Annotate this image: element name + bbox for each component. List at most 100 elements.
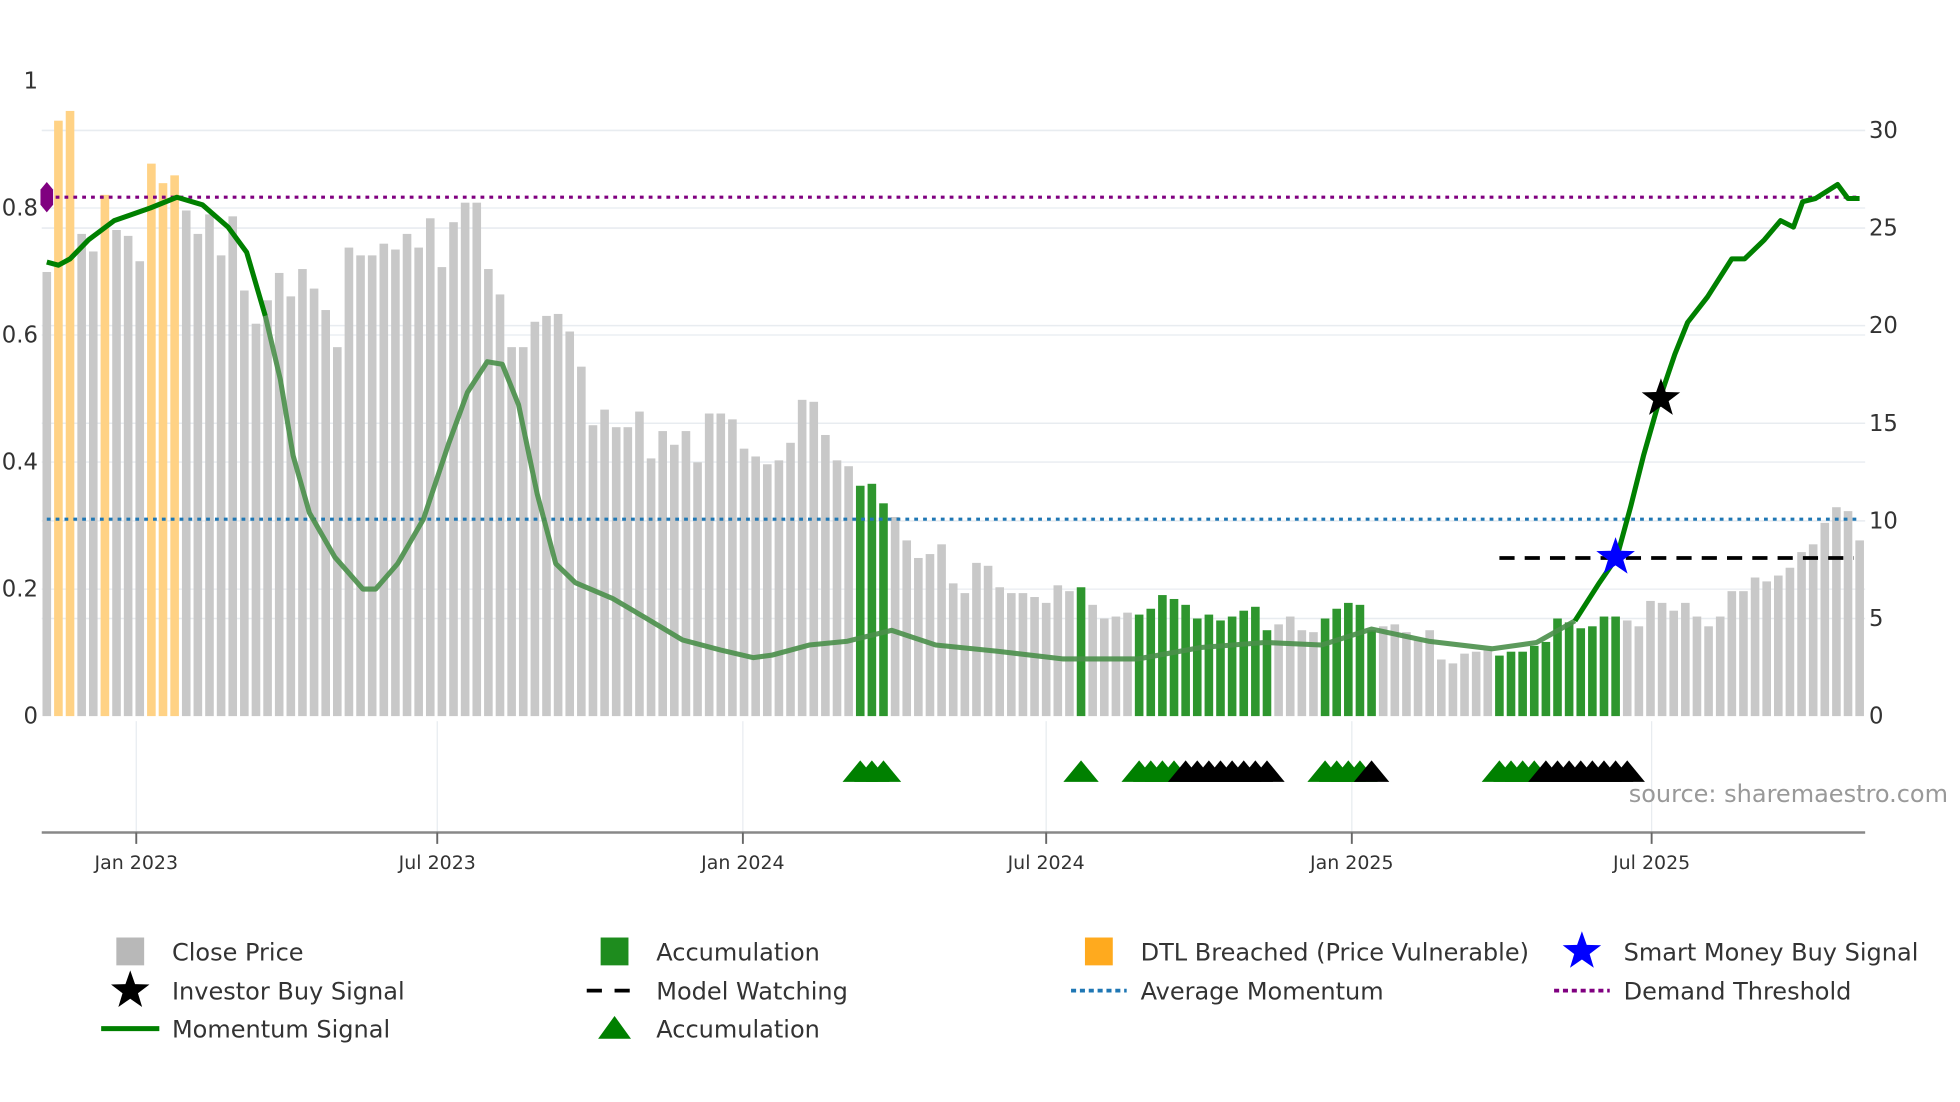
close-price-bar bbox=[414, 247, 423, 717]
close-price-bars bbox=[42, 110, 1864, 717]
close-price-bar bbox=[553, 313, 563, 717]
investor-buy-star-marker bbox=[1641, 378, 1681, 415]
right-tick-label: 10 bbox=[1869, 508, 1898, 534]
close-price-bar bbox=[1843, 511, 1853, 717]
close-price-bar bbox=[367, 255, 377, 717]
right-tick-label: 5 bbox=[1869, 606, 1883, 632]
close-price-bar bbox=[425, 218, 435, 717]
accumulation-bar bbox=[1495, 655, 1504, 717]
accumulation-bar bbox=[1367, 630, 1376, 717]
accumulation-bar bbox=[1251, 606, 1260, 717]
close-price-bar bbox=[600, 409, 609, 717]
close-price-bar bbox=[716, 413, 726, 717]
close-price-bar bbox=[460, 202, 470, 717]
legend-label: Average Momentum bbox=[1141, 978, 1384, 1006]
close-price-bar bbox=[1774, 575, 1783, 717]
close-price-bar bbox=[391, 249, 400, 717]
x-tick-label: Jan 2023 bbox=[94, 852, 179, 874]
close-price-bar bbox=[1390, 624, 1400, 717]
close-price-bar bbox=[797, 399, 807, 717]
close-price-bar bbox=[1285, 616, 1295, 717]
close-price-bar bbox=[960, 593, 970, 717]
triangle-icon bbox=[598, 1015, 631, 1039]
close-price-bar bbox=[832, 460, 842, 717]
accumulation-bar bbox=[1564, 622, 1574, 717]
close-price-bar bbox=[1785, 567, 1795, 717]
close-price-bar bbox=[925, 554, 935, 717]
legend-label: Accumulation bbox=[656, 938, 820, 966]
accumulation-triangle-marker bbox=[1063, 760, 1099, 782]
close-price-bar bbox=[1762, 581, 1771, 717]
accumulation-bar bbox=[1320, 618, 1330, 717]
accumulation-bar bbox=[1576, 628, 1586, 717]
legend-label: DTL Breached (Price Vulnerable) bbox=[1141, 938, 1529, 966]
close-price-bar bbox=[379, 243, 389, 717]
accumulation-bar bbox=[1344, 602, 1353, 717]
close-price-bar bbox=[937, 544, 946, 717]
close-price-bar bbox=[309, 288, 319, 717]
close-price-bar bbox=[1681, 602, 1690, 717]
left-tick-label: 0.8 bbox=[2, 196, 38, 222]
close-price-bar bbox=[216, 255, 226, 717]
close-price-bar bbox=[263, 300, 272, 717]
accumulation-bar bbox=[1192, 618, 1202, 717]
close-price-bar bbox=[1634, 626, 1644, 717]
close-price-bar bbox=[1669, 610, 1679, 717]
close-price-bar bbox=[1646, 600, 1655, 717]
close-price-bar bbox=[1727, 591, 1737, 717]
close-price-bar bbox=[135, 261, 145, 717]
source-label: source: sharemaestro.com bbox=[1629, 780, 1948, 808]
close-price-bar bbox=[356, 255, 365, 717]
close-price-bar bbox=[1855, 540, 1864, 717]
accumulation-bar bbox=[1599, 616, 1609, 717]
close-price-bar bbox=[193, 233, 203, 717]
close-price-bar bbox=[495, 294, 505, 717]
close-price-bar bbox=[1832, 507, 1841, 717]
close-price-bar bbox=[588, 425, 598, 717]
accumulation-bar bbox=[1076, 587, 1086, 717]
close-price-bar bbox=[681, 431, 691, 717]
accumulation-bar bbox=[1146, 608, 1156, 717]
close-price-bar bbox=[565, 331, 575, 717]
accumulation-bar bbox=[1518, 651, 1527, 717]
legend-label: Accumulation bbox=[656, 1015, 820, 1043]
close-price-bar bbox=[635, 411, 644, 717]
accumulation-bar bbox=[1506, 651, 1516, 717]
gray-square-icon bbox=[116, 937, 145, 966]
close-price-bar bbox=[948, 583, 958, 717]
smart-money-star-marker bbox=[1596, 537, 1635, 574]
right-tick-label: 0 bbox=[1869, 704, 1883, 730]
accumulation-bar bbox=[1169, 598, 1179, 717]
close-price-bar bbox=[181, 210, 191, 717]
close-price-bar bbox=[1111, 616, 1121, 717]
close-price-bar bbox=[972, 562, 981, 717]
close-price-bar bbox=[670, 444, 679, 717]
close-price-bar bbox=[344, 247, 354, 717]
close-price-bar bbox=[484, 269, 493, 717]
close-price-bar bbox=[88, 251, 98, 717]
x-tick-label: Jan 2024 bbox=[700, 852, 785, 874]
legend: Close Price Accumulation DTL Breached (Pri… bbox=[101, 931, 1918, 1043]
close-price-bar bbox=[205, 214, 214, 717]
dtl-breached-bar bbox=[170, 175, 179, 717]
close-price-bar bbox=[1065, 591, 1074, 717]
right-tick-label: 30 bbox=[1869, 118, 1898, 144]
close-price-bar bbox=[762, 464, 772, 717]
x-tick-label: Jul 2023 bbox=[398, 852, 476, 874]
close-price-bar bbox=[42, 271, 52, 717]
close-price-bar bbox=[1750, 577, 1760, 717]
accumulation-bar bbox=[1529, 645, 1539, 717]
close-price-bar bbox=[844, 466, 853, 717]
close-price-bar bbox=[286, 296, 296, 717]
close-price-bar bbox=[228, 216, 238, 717]
close-price-bar bbox=[902, 540, 912, 717]
close-price-bar bbox=[1739, 591, 1748, 717]
close-price-bar bbox=[1808, 544, 1818, 717]
close-price-bar bbox=[1820, 522, 1830, 717]
close-price-bar bbox=[611, 427, 621, 717]
momentum-chart: Jan 2023 Jul 2023 Jan 2024 Jul 2024 Jan 2025… bbox=[2, 69, 1948, 1044]
accumulation-bar bbox=[1204, 614, 1214, 717]
accumulation-bar bbox=[1541, 641, 1551, 717]
close-price-bar bbox=[739, 448, 749, 717]
close-price-bar bbox=[809, 401, 819, 717]
